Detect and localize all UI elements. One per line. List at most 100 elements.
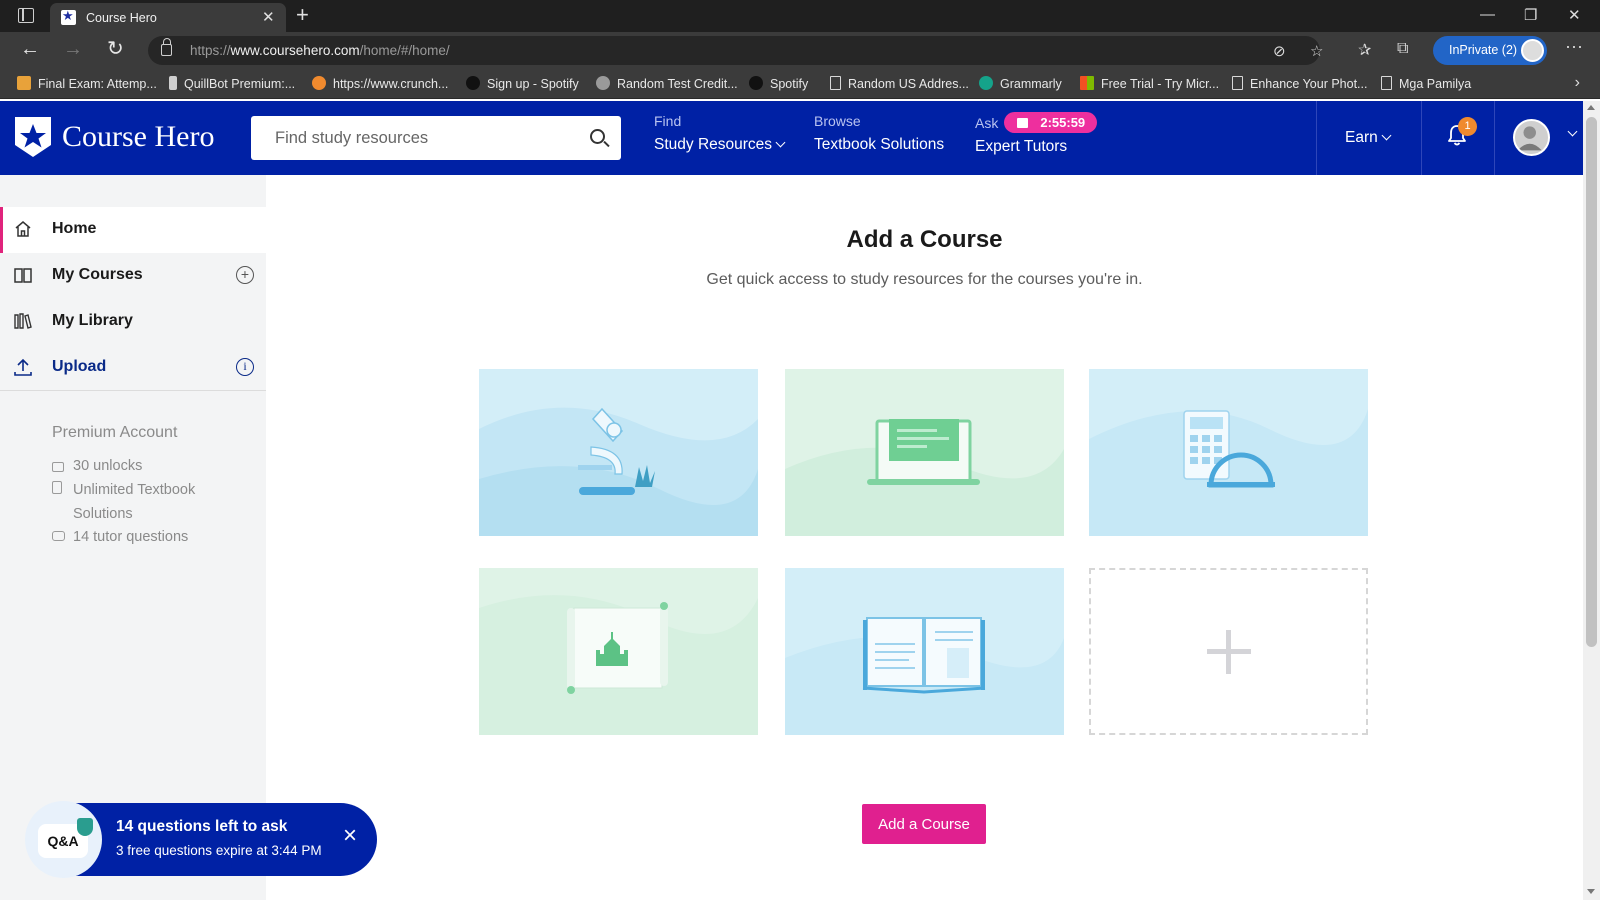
sidebar-item-label: My Courses — [52, 266, 143, 283]
user-avatar[interactable] — [1513, 119, 1550, 156]
gear-favicon-icon — [596, 76, 610, 90]
bookmark-item[interactable]: Random Test Credit... — [596, 76, 738, 91]
bookmark-item[interactable]: QuillBot Premium:... — [169, 76, 295, 91]
page-icon — [830, 76, 841, 90]
lock-icon[interactable] — [161, 38, 172, 56]
quillbot-icon — [169, 76, 177, 90]
premium-unlocks: 30 unlocks — [52, 454, 142, 478]
sidebar-divider — [0, 390, 266, 391]
nav-textbook-solutions[interactable]: Textbook Solutions — [814, 136, 944, 154]
search-input[interactable] — [251, 116, 581, 160]
bookmark-item[interactable]: Random US Addres... — [830, 76, 969, 91]
tab-actions-icon[interactable] — [18, 8, 34, 23]
add-course-plus-icon[interactable]: + — [236, 266, 254, 284]
close-icon[interactable]: × — [338, 824, 362, 849]
course-card-computer[interactable] — [785, 369, 1064, 536]
course-hero-logo-icon[interactable] — [13, 115, 53, 159]
url-text[interactable]: https://www.coursehero.com/home/#/home/ — [190, 43, 450, 58]
add-course-card[interactable] — [1089, 568, 1368, 735]
textbook-icon — [52, 481, 62, 494]
page-icon — [1381, 76, 1392, 90]
new-tab-icon[interactable]: + — [296, 3, 309, 27]
course-card-math[interactable] — [1089, 369, 1368, 536]
sidebar-item-home[interactable]: Home — [0, 207, 266, 253]
header-divider — [1316, 101, 1317, 175]
minimize-icon[interactable]: — — [1480, 6, 1495, 23]
course-card-history[interactable] — [479, 568, 758, 735]
premium-textbook: Unlimited Textbook Solutions — [52, 478, 195, 526]
user-photo-icon — [1517, 126, 1542, 151]
premium-account-title: Premium Account — [52, 424, 178, 441]
map-castle-illustration-icon — [479, 568, 758, 735]
bookmark-item[interactable]: Mga Pamilya — [1381, 76, 1471, 91]
nav-browse[interactable]: Browse Textbook Solutions — [814, 113, 944, 154]
book-icon — [14, 268, 32, 283]
page-scrollbar[interactable] — [1583, 101, 1600, 900]
bookmarks-bar: Final Exam: Attemp... QuillBot Premium:.… — [0, 69, 1600, 99]
address-bar: ← → ↻ https://www.coursehero.com/home/#/… — [0, 32, 1600, 69]
page-icon — [1232, 76, 1243, 90]
bookmark-item[interactable]: https://www.crunch... — [312, 76, 448, 91]
qa-toast[interactable]: Q&A 14 questions left to ask 3 free ques… — [25, 801, 377, 878]
course-card-science[interactable] — [479, 369, 758, 536]
more-options-icon[interactable]: ··· — [1565, 36, 1583, 57]
add-favorite-icon[interactable]: ☆ — [1310, 42, 1323, 60]
sidebar-item-upload[interactable]: Upload i — [0, 345, 266, 391]
nav-find-label: Find — [654, 113, 682, 129]
home-icon — [15, 221, 31, 237]
bookmark-item[interactable]: Spotify — [749, 76, 808, 91]
scroll-down-icon[interactable] — [1587, 889, 1595, 894]
browser-tab[interactable]: Course Hero ✕ — [50, 3, 286, 32]
countdown-timer-badge: 2:55:59 — [1004, 112, 1098, 133]
bookmark-item[interactable]: Final Exam: Attemp... — [17, 76, 157, 91]
shield-icon — [77, 818, 93, 836]
spotify-icon — [466, 76, 480, 90]
nav-expert-tutors[interactable]: Expert Tutors — [975, 138, 1097, 156]
back-icon[interactable]: ← — [20, 38, 40, 60]
forward-icon[interactable]: → — [63, 38, 83, 60]
bookmark-item[interactable]: Free Trial - Try Micr... — [1080, 76, 1219, 91]
logo-text[interactable]: Course Hero — [62, 120, 214, 154]
url-field[interactable]: https://www.coursehero.com/home/#/home/ … — [148, 36, 1323, 65]
nav-study-resources[interactable]: Study Resources — [654, 136, 772, 153]
course-card-literature[interactable] — [785, 568, 1064, 735]
premium-tutor: 14 tutor questions — [52, 525, 188, 549]
refresh-icon[interactable]: ↻ — [107, 38, 124, 60]
bookmark-item[interactable]: Grammarly — [979, 76, 1062, 91]
tab-title: Course Hero — [86, 11, 157, 25]
page-subtitle: Get quick access to study resources for … — [706, 271, 1143, 288]
laptop-illustration-icon — [785, 369, 1064, 536]
add-course-button[interactable]: Add a Course — [862, 804, 986, 844]
nav-find[interactable]: Find Study Resources — [654, 113, 786, 154]
earn-menu[interactable]: Earn — [1345, 129, 1392, 147]
info-icon[interactable]: i — [236, 358, 254, 376]
tracking-prevention-icon[interactable]: ⊘ — [1273, 42, 1286, 60]
inprivate-button[interactable]: InPrivate (2) — [1433, 36, 1547, 65]
tab-close-icon[interactable]: ✕ — [262, 8, 275, 26]
open-book-illustration-icon — [785, 568, 1064, 735]
scroll-up-icon[interactable] — [1587, 105, 1595, 110]
microsoft-icon — [1080, 76, 1094, 90]
bookmarks-overflow-icon[interactable]: › — [1575, 74, 1580, 92]
lock-icon — [52, 462, 64, 472]
favorites-icon[interactable]: ✰ — [1358, 40, 1371, 60]
qa-bubble: Q&A — [25, 801, 102, 878]
chevron-down-icon — [1381, 130, 1392, 141]
search-icon[interactable] — [590, 129, 605, 144]
bookmark-item[interactable]: Enhance Your Phot... — [1232, 76, 1367, 91]
sidebar-item-my-courses[interactable]: My Courses + — [0, 253, 266, 299]
bookmark-item[interactable]: Sign up - Spotify — [466, 76, 579, 91]
collections-icon[interactable]: ⧉ — [1397, 40, 1408, 58]
nav-ask[interactable]: Ask 2:55:59 Expert Tutors — [975, 112, 1098, 156]
page-title: Add a Course — [846, 226, 1003, 253]
course-hero-favicon-icon — [61, 8, 76, 25]
restore-icon[interactable]: ❐ — [1524, 6, 1537, 24]
scrollbar-thumb[interactable] — [1586, 117, 1597, 647]
sidebar-item-my-library[interactable]: My Library — [0, 299, 266, 345]
account-chevron-down-icon[interactable] — [1567, 126, 1578, 137]
gift-icon — [1017, 118, 1029, 128]
spotify-icon — [749, 76, 763, 90]
calculator-illustration-icon — [1089, 369, 1368, 536]
window-close-icon[interactable]: ✕ — [1568, 6, 1581, 24]
header-divider — [1421, 101, 1422, 175]
